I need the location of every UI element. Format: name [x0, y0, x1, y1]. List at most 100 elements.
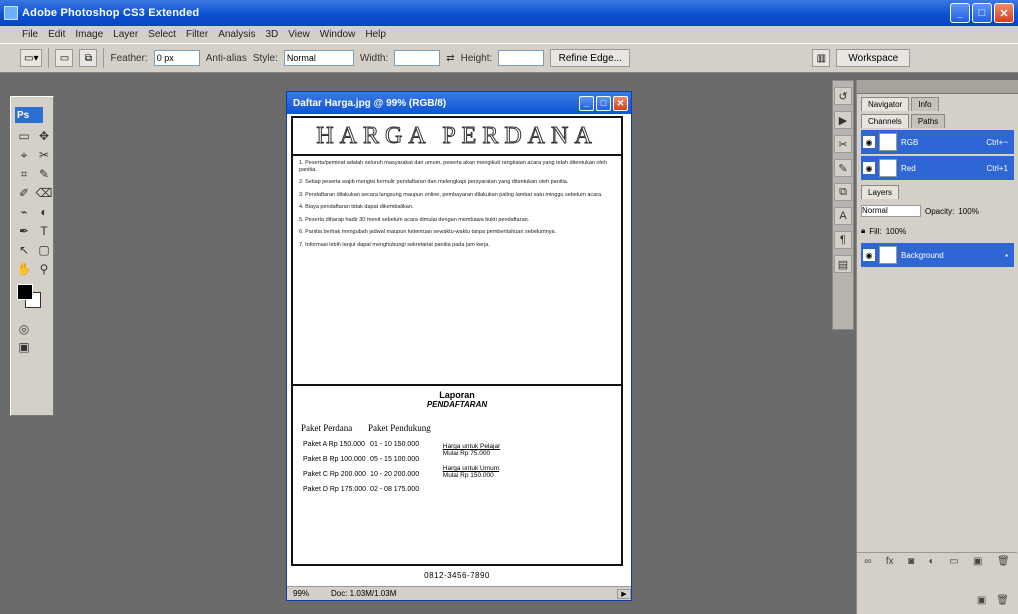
channel-row[interactable]: ◉ Red Ctrl+1 [861, 156, 1014, 180]
feather-input[interactable]: 0 px [153, 50, 200, 66]
eye-icon[interactable]: ◉ [863, 162, 875, 174]
price-list-heading: HARGA PERDANA [293, 118, 621, 156]
new-layer-icon[interactable]: ▣ [973, 556, 982, 567]
side-value: Mulai Rp 150.000 [442, 472, 494, 479]
width-input[interactable] [394, 50, 441, 66]
opacity-value[interactable]: 100% [958, 207, 978, 216]
tab-info[interactable]: Info [911, 97, 939, 111]
screen-mode-icon[interactable]: ▣ [15, 338, 33, 356]
document-title-bar: Daftar Harga.jpg @ 99% (RGB/8) _ □ ✕ [287, 92, 631, 114]
brush-tool-icon[interactable]: ✎ [35, 165, 53, 183]
photoshop-logo: Ps [15, 107, 43, 123]
blend-mode-select[interactable]: Normal [861, 205, 921, 217]
folder-icon[interactable]: ▭ [949, 556, 958, 567]
gradient-tool-icon[interactable]: ⌁ [15, 203, 33, 221]
tool-grid: ▭ ✥ ⌖ ✂ ⌗ ✎ ✐ ⌫ ⌁ ◐ ✒ T ↖ ▢ ✋ ⚲ [15, 127, 53, 278]
selection-mode-add-icon[interactable]: ⧉ [79, 49, 98, 67]
menu-edit[interactable]: Edit [48, 29, 65, 40]
marquee-tool-icon[interactable]: ▭ [15, 127, 33, 145]
workspace-button[interactable]: Workspace [836, 49, 911, 67]
doc-maximize-button[interactable]: □ [596, 95, 611, 111]
lasso-tool-icon[interactable]: ⌖ [15, 146, 33, 164]
stamp-tool-icon[interactable]: ✐ [15, 184, 33, 202]
pen-tool-icon[interactable]: ✒ [15, 222, 33, 240]
blend-row: Normal Opacity: 100% [861, 203, 1014, 219]
status-menu-arrow-icon[interactable]: ▶ [617, 588, 631, 599]
shape-tool-icon[interactable]: ▢ [35, 241, 53, 259]
menu-select[interactable]: Select [148, 29, 176, 40]
dodge-tool-icon[interactable]: ◐ [35, 203, 53, 221]
eraser-tool-icon[interactable]: ⌫ [35, 184, 53, 202]
tab-navigator[interactable]: Navigator [861, 97, 910, 111]
refine-edge-button[interactable]: Refine Edge... [550, 49, 631, 67]
style-select[interactable]: Normal [283, 50, 354, 66]
fill-row: 🔒︎ Fill: 100% [861, 223, 1014, 239]
fill-value[interactable]: 100% [886, 227, 906, 236]
doc-minimize-button[interactable]: _ [579, 95, 594, 111]
menu-window[interactable]: Window [320, 29, 356, 40]
close-button[interactable]: ✕ [994, 3, 1014, 23]
tool-preset-picker[interactable]: ▭▾ [20, 49, 43, 67]
trash-icon[interactable]: 🗑︎ [996, 595, 1009, 606]
maximize-button[interactable]: □ [972, 3, 992, 23]
side-info: Harga untuk Pelajar Mulai Rp 75.000 Harg… [443, 435, 500, 497]
layer-thumbnail [879, 246, 897, 264]
doc-close-button[interactable]: ✕ [613, 95, 628, 111]
minimize-button[interactable]: _ [950, 3, 970, 23]
trash-icon[interactable]: 🗑︎ [997, 556, 1010, 567]
brushes-icon[interactable]: ✎ [834, 159, 852, 177]
selection-mode-new-icon[interactable]: ▭ [55, 49, 74, 67]
eye-icon[interactable]: ◉ [863, 136, 875, 148]
actions-icon[interactable]: ▶ [834, 111, 852, 129]
price-table-area: Paket Perdana Paket Pendukung Paket A Rp… [293, 413, 621, 507]
lock-icon[interactable]: 🔒︎ [861, 226, 865, 236]
link-icon[interactable]: ∞ [864, 556, 871, 567]
menu-filter[interactable]: Filter [186, 29, 208, 40]
tool-presets-icon[interactable]: ✂ [834, 135, 852, 153]
menu-image[interactable]: Image [75, 29, 103, 40]
layer-comps-icon[interactable]: ▤ [834, 255, 852, 273]
menu-view[interactable]: View [288, 29, 310, 40]
height-input[interactable] [498, 50, 545, 66]
mask-icon[interactable]: ◙ [908, 556, 914, 567]
menu-file[interactable]: File [22, 29, 38, 40]
menu-help[interactable]: Help [365, 29, 386, 40]
title-bar: Adobe Photoshop CS3 Extended _ □ ✕ [0, 0, 1018, 26]
paragraph-icon[interactable]: ¶ [834, 231, 852, 249]
layers-tabs: Layers [857, 182, 1018, 199]
eye-icon[interactable]: ◉ [863, 249, 875, 261]
antialias-label[interactable]: Anti-alias [206, 53, 247, 64]
menu-analysis[interactable]: Analysis [218, 29, 255, 40]
new-icon[interactable]: ▣ [977, 595, 986, 606]
adjustment-icon[interactable]: ◐ [929, 556, 935, 567]
zoom-level[interactable]: 99% [293, 589, 323, 598]
layer-row[interactable]: ◉ Background ▪ [861, 243, 1014, 267]
quick-mask-icon[interactable]: ◎ [15, 320, 33, 338]
foreground-color-swatch[interactable] [17, 284, 33, 300]
zoom-tool-icon[interactable]: ⚲ [35, 260, 53, 278]
document-status-bar: 99% Doc: 1.03M/1.03M ▶ [287, 586, 631, 600]
hand-tool-icon[interactable]: ✋ [15, 260, 33, 278]
color-swatches[interactable] [15, 284, 49, 314]
move-tool-icon[interactable]: ✥ [35, 127, 53, 145]
slice-tool-icon[interactable]: ⌗ [15, 165, 33, 183]
channel-row[interactable]: ◉ RGB Ctrl+~ [861, 130, 1014, 154]
tab-layers[interactable]: Layers [861, 185, 900, 199]
path-select-tool-icon[interactable]: ↖ [15, 241, 33, 259]
fx-icon[interactable]: fx [886, 556, 894, 567]
price-table: Paket Perdana Paket Pendukung Paket A Rp… [301, 423, 431, 497]
crop-tool-icon[interactable]: ✂ [35, 146, 53, 164]
character-icon[interactable]: A [834, 207, 852, 225]
swap-icon[interactable]: ⇄ [446, 53, 454, 64]
layers-footer: ∞ fx ◙ ◐ ▭ ▣ 🗑︎ [857, 552, 1017, 570]
channel-thumbnail [879, 133, 897, 151]
tab-channels[interactable]: Channels [861, 114, 909, 128]
document-canvas[interactable]: HARGA PERDANA 1. Peserta/peminat adalah … [291, 116, 623, 572]
history-icon[interactable]: ↺ [834, 87, 852, 105]
workspace-icon[interactable]: ▥ [812, 49, 831, 67]
menu-3d[interactable]: 3D [265, 29, 278, 40]
type-tool-icon[interactable]: T [35, 222, 53, 240]
menu-layer[interactable]: Layer [113, 29, 138, 40]
clone-source-icon[interactable]: ⧉ [834, 183, 852, 201]
tab-paths[interactable]: Paths [910, 114, 946, 128]
